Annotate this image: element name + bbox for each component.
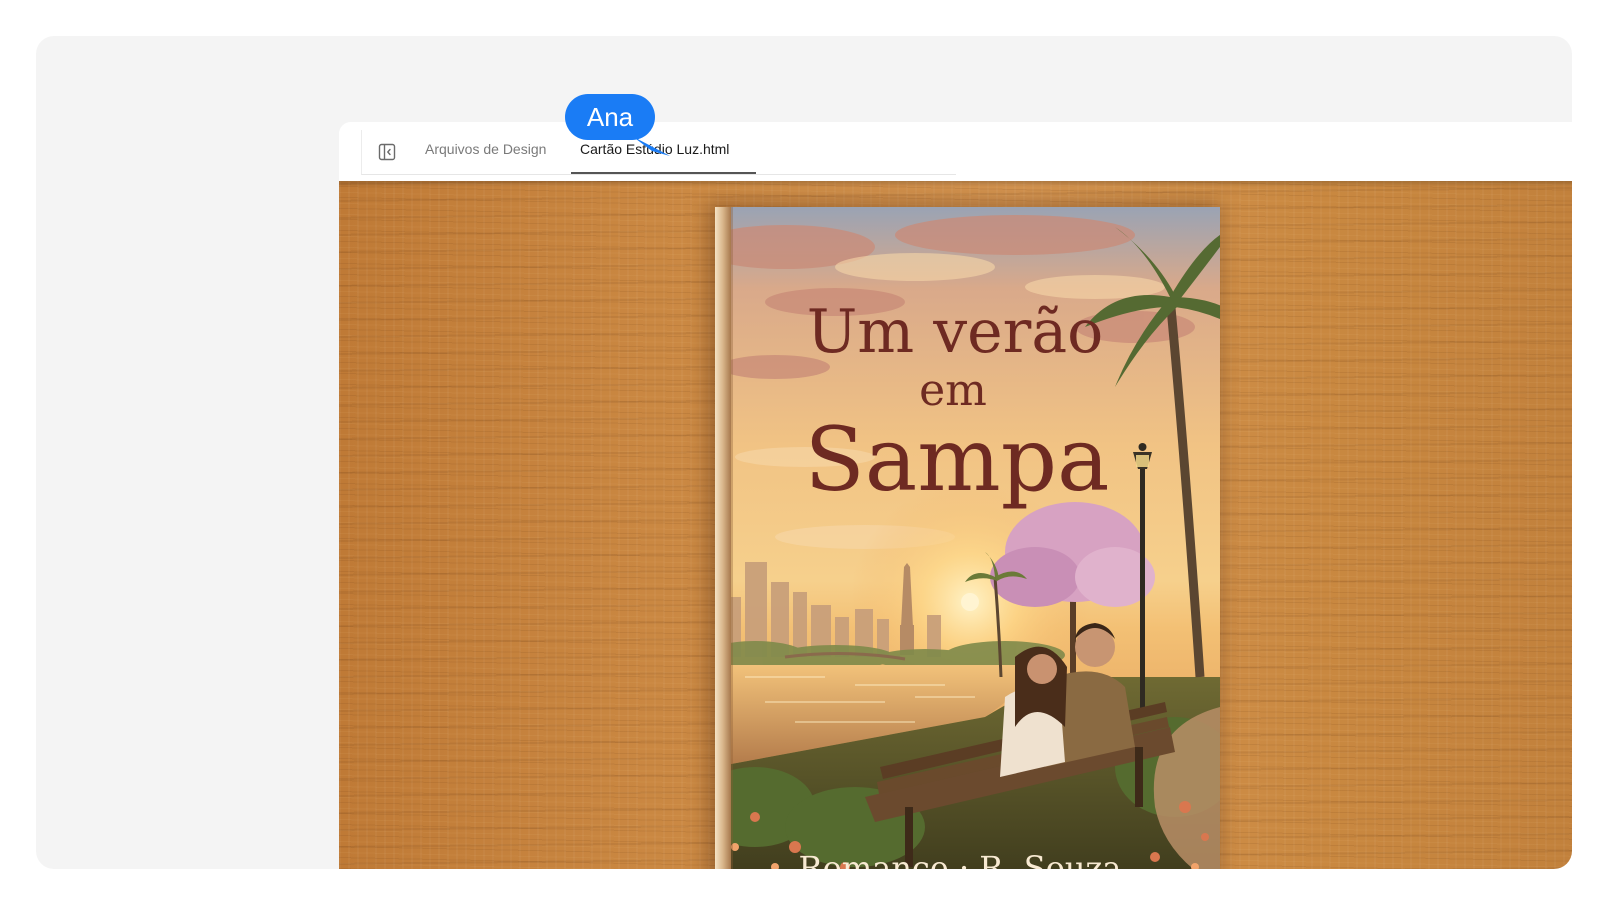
- preview-top-shadow: [339, 181, 1572, 187]
- active-tab-underline: [571, 172, 756, 174]
- book-cover: Um verão em Sampa Romance · R. Souza: [715, 207, 1220, 869]
- book-title-line1: Um verão: [807, 297, 1104, 367]
- book-title-line3: Sampa: [805, 408, 1110, 511]
- sidebar-toggle-icon[interactable]: [378, 143, 396, 161]
- collaborator-name-badge: Ana: [565, 94, 655, 140]
- editor-window: Arquivos de Design Cartão Estúdio Luz.ht…: [339, 122, 1572, 869]
- design-preview-canvas: Um verão em Sampa Romance · R. Souza: [339, 181, 1572, 869]
- tab-design-files[interactable]: Arquivos de Design: [425, 140, 546, 158]
- app-background: Arquivos de Design Cartão Estúdio Luz.ht…: [36, 36, 1572, 869]
- tab-bar: Arquivos de Design Cartão Estúdio Luz.ht…: [339, 122, 1572, 181]
- book-footer: Romance · R. Souza: [799, 849, 1122, 869]
- book-cover-art: Um verão em Sampa Romance · R. Souza: [715, 207, 1220, 869]
